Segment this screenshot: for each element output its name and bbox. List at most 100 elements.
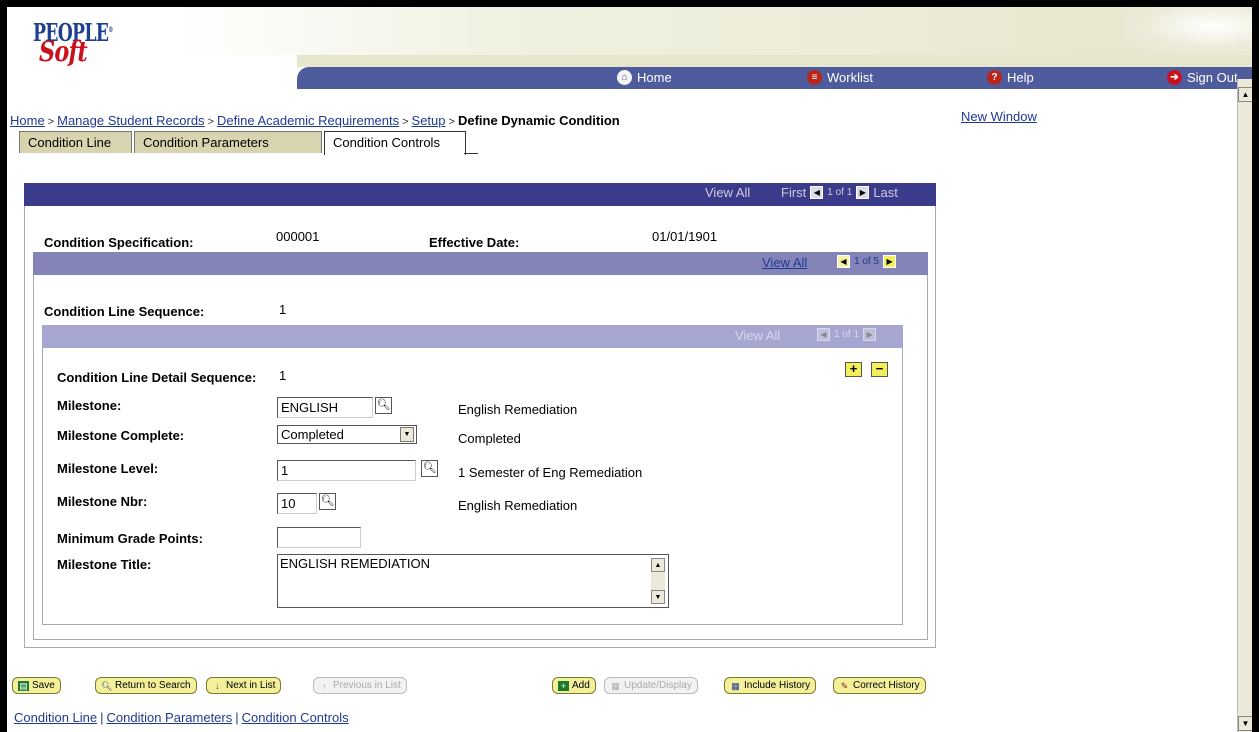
previous-in-list-button[interactable]: ↑ Previous in List [313, 677, 407, 694]
condition-spec-value: 000001 [276, 229, 320, 244]
effective-date-label: Effective Date: [429, 235, 520, 250]
milestone-description: English Remediation [458, 402, 578, 417]
prev-arrow-icon[interactable]: ◀ [810, 186, 824, 199]
help-icon: ? [987, 70, 1002, 85]
milestone-label: Milestone: [57, 398, 122, 413]
milestone-complete-select[interactable]: Completed [277, 425, 417, 444]
tab-condition-line[interactable]: Condition Line [19, 131, 132, 153]
outer-view-all-link[interactable]: View All [705, 185, 750, 200]
milestone-nbr-description: English Remediation [458, 498, 578, 513]
add-icon: + [558, 680, 569, 691]
footer-link-condition-line[interactable]: Condition Line [14, 710, 97, 725]
update-display-icon: ▦ [611, 680, 620, 691]
last-link[interactable]: Last [873, 185, 898, 200]
condition-spec-label: Condition Specification: [44, 235, 194, 250]
scroll-down-icon[interactable]: ▼ [651, 590, 665, 604]
line-sequence-value: 1 [279, 302, 287, 317]
condition-panel-header: View All First ◀ 1 of 1 ▶ Last [24, 183, 936, 206]
first-link[interactable]: First [781, 185, 806, 200]
min-grade-points-input[interactable] [277, 527, 361, 548]
add-row-button[interactable]: + [845, 362, 862, 377]
nav-signout-link[interactable]: ➔ Sign Out [1167, 70, 1238, 85]
milestone-level-description: 1 Semester of Eng Remediation [458, 465, 643, 480]
header-band [175, 7, 1252, 55]
outer-nav-controls: First ◀ 1 of 1 ▶ Last [781, 185, 898, 200]
milestone-input[interactable]: ENGLISH [277, 397, 373, 418]
milestone-level-lookup-icon[interactable]: 🔍︎ [421, 460, 438, 477]
correct-history-icon: ✎ [840, 680, 849, 691]
save-button[interactable]: ▤ Save [12, 677, 61, 694]
milestone-nbr-label: Milestone Nbr: [57, 494, 148, 509]
worklist-icon: ≡ [807, 70, 822, 85]
update-display-button[interactable]: ▦ Update/Display [604, 677, 698, 694]
nav-worklist-link[interactable]: ≡ Worklist [807, 70, 873, 85]
milestone-title-textarea[interactable]: ENGLISH REMEDIATION [277, 554, 669, 608]
inner-position: 1 of 1 [834, 329, 860, 340]
milestone-complete-label: Milestone Complete: [57, 428, 185, 443]
next-list-icon: ↓ [215, 680, 220, 691]
return-to-search-button[interactable]: 🔍︎ Return to Search [95, 677, 197, 694]
milestone-complete-description: Completed [458, 431, 521, 446]
breadcrumb-setup[interactable]: Setup [412, 113, 446, 128]
mid-nav-controls: ◀ 1 of 5 ▶ [837, 255, 897, 268]
add-button[interactable]: + Add [552, 677, 596, 694]
header-decoration [1122, 7, 1252, 55]
breadcrumb-home[interactable]: Home [10, 113, 45, 128]
previous-list-icon: ↑ [322, 680, 327, 691]
chevron-down-icon[interactable]: ▼ [400, 427, 414, 442]
home-icon: ⌂ [617, 70, 632, 85]
mid-prev-arrow-icon[interactable]: ◀ [837, 255, 850, 268]
page-title: Define Dynamic Condition [457, 113, 620, 128]
line-sequence-label: Condition Line Sequence: [44, 304, 205, 319]
breadcrumb-manage-student-records[interactable]: Manage Student Records [57, 113, 204, 128]
search-icon: 🔍︎ [101, 680, 113, 691]
peoplesoft-logo: PEOPLE® Soft [33, 18, 114, 68]
next-arrow-icon[interactable]: ▶ [856, 186, 870, 199]
mid-view-all-link[interactable]: View All [762, 255, 807, 270]
page-scroll-up-icon[interactable]: ▲ [1238, 87, 1252, 102]
tab-condition-controls[interactable]: Condition Controls [324, 131, 466, 155]
outer-position: 1 of 1 [827, 187, 853, 198]
detail-sequence-label: Condition Line Detail Sequence: [57, 370, 257, 385]
signout-icon: ➔ [1167, 70, 1182, 85]
browser-page: PEOPLE® Soft ⌂ Home ≡ Worklist ? Help ➔ … [7, 7, 1252, 732]
inner-prev-arrow-icon[interactable]: ◀ [817, 328, 830, 341]
milestone-nbr-input[interactable]: 10 [277, 493, 317, 514]
header-lip [297, 55, 1252, 67]
milestone-title-scrollbar[interactable]: ▲ ▼ [651, 558, 665, 604]
footer-link-condition-parameters[interactable]: Condition Parameters [107, 710, 233, 725]
nav-bar [297, 67, 1252, 89]
delete-row-button[interactable]: − [871, 362, 888, 377]
next-in-list-button[interactable]: ↓ Next in List [206, 677, 282, 694]
footer-links: Condition Line | Condition Parameters | Cond… [14, 710, 349, 725]
inner-next-arrow-icon[interactable]: ▶ [863, 328, 877, 341]
page-scroll-down-icon[interactable]: ▼ [1238, 716, 1252, 731]
condition-detail-panel-header: View All ◀ 1 of 1 ▶ [42, 325, 903, 348]
detail-sequence-value: 1 [279, 368, 287, 383]
nav-home-link[interactable]: ⌂ Home [617, 70, 672, 85]
include-history-button[interactable]: ▦ Include History [724, 677, 817, 694]
milestone-level-input[interactable]: 1 [277, 460, 416, 481]
breadcrumb: Home > Manage Student Records > Define Acade… [10, 113, 620, 128]
milestone-level-label: Milestone Level: [57, 461, 159, 476]
correct-history-button[interactable]: ✎ Correct History [833, 677, 926, 694]
min-grade-points-label: Minimum Grade Points: [57, 531, 203, 546]
footer-link-condition-controls[interactable]: Condition Controls [242, 710, 349, 725]
tab-underline [464, 153, 478, 154]
tab-condition-parameters[interactable]: Condition Parameters [134, 131, 322, 153]
inner-view-all-link[interactable]: View All [735, 328, 780, 343]
nav-help-link[interactable]: ? Help [987, 70, 1034, 85]
new-window-link[interactable]: New Window [961, 109, 1037, 124]
include-history-icon: ▦ [731, 680, 740, 691]
scroll-up-icon[interactable]: ▲ [651, 558, 665, 572]
milestone-lookup-icon[interactable]: 🔍︎ [375, 397, 392, 414]
page-scrollbar[interactable]: ▲ ▼ [1237, 79, 1252, 732]
mid-position: 1 of 5 [854, 256, 880, 267]
mid-next-arrow-icon[interactable]: ▶ [883, 255, 897, 268]
milestone-nbr-lookup-icon[interactable]: 🔍︎ [319, 493, 336, 510]
inner-nav-controls: ◀ 1 of 1 ▶ [817, 328, 877, 341]
breadcrumb-define-academic-requirements[interactable]: Define Academic Requirements [217, 113, 399, 128]
milestone-title-label: Milestone Title: [57, 557, 152, 572]
condition-line-panel-header: View All ◀ 1 of 5 ▶ [33, 252, 928, 275]
save-icon: ▤ [18, 680, 29, 691]
